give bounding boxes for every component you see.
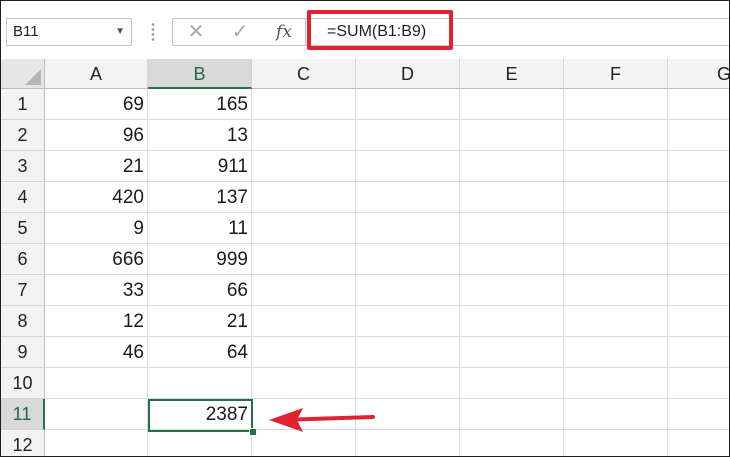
formula-highlight-box (307, 10, 453, 50)
drag-handle[interactable] (151, 22, 155, 42)
column-header-g[interactable]: G (668, 59, 729, 89)
row-header-4[interactable]: 4 (1, 182, 45, 213)
column-header-a[interactable]: A (45, 59, 148, 89)
row-header-7[interactable]: 7 (1, 275, 45, 306)
gridline-vertical (563, 89, 564, 456)
cancel-icon[interactable]: ✕ (181, 19, 211, 45)
cell-a11[interactable] (45, 399, 148, 430)
column-header-c[interactable]: C (252, 59, 356, 89)
column-header-f[interactable]: F (564, 59, 668, 89)
chevron-down-icon[interactable]: ▼ (115, 19, 125, 45)
column-header-b[interactable]: B (148, 59, 252, 89)
cell-b6[interactable]: 999 (148, 244, 252, 275)
row-header-10[interactable]: 10 (1, 368, 45, 399)
cell-b2[interactable]: 13 (148, 120, 252, 151)
name-box-value: B11 (13, 23, 39, 40)
row-header-9[interactable]: 9 (1, 337, 45, 368)
enter-check-icon[interactable]: ✓ (225, 19, 255, 45)
cell-a8[interactable]: 12 (45, 306, 148, 337)
cell-a10[interactable] (45, 368, 148, 399)
column-header-e[interactable]: E (460, 59, 564, 89)
cell-b9[interactable]: 64 (148, 337, 252, 368)
cell-a5[interactable]: 9 (45, 213, 148, 244)
row-header-1[interactable]: 1 (1, 89, 45, 120)
cell-b3[interactable]: 911 (148, 151, 252, 182)
cell-a2[interactable]: 96 (45, 120, 148, 151)
cell-a9[interactable]: 46 (45, 337, 148, 368)
cell-b10[interactable] (148, 368, 252, 399)
row-header-11[interactable]: 11 (1, 399, 45, 430)
fill-handle[interactable] (249, 428, 257, 436)
row-header-6[interactable]: 6 (1, 244, 45, 275)
select-all-corner[interactable] (1, 59, 45, 89)
row-header-3[interactable]: 3 (1, 151, 45, 182)
cell-a3[interactable]: 21 (45, 151, 148, 182)
cell-a7[interactable]: 33 (45, 275, 148, 306)
cell-b8[interactable]: 21 (148, 306, 252, 337)
insert-function-icon[interactable]: fx (269, 19, 299, 45)
worksheet-grid: A B C D E F G 1 69 165 2 96 13 3 21 911 4 420 137 5 9 11 6 666 9… (1, 59, 729, 456)
column-header-d[interactable]: D (356, 59, 460, 89)
name-box[interactable]: B11 ▼ (6, 18, 132, 46)
formula-bar-area: B11 ▼ ✕ ✓ fx =SUM(B1:B9) (1, 1, 729, 59)
cell-a1[interactable]: 69 (45, 89, 148, 120)
formula-buttons: ✕ ✓ fx (172, 18, 305, 46)
cell-a12[interactable] (45, 430, 148, 456)
cell-b1[interactable]: 165 (148, 89, 252, 120)
red-arrow-annotation (269, 408, 375, 432)
gridline-vertical (355, 89, 356, 456)
cell-b5[interactable]: 11 (148, 213, 252, 244)
row-header-8[interactable]: 8 (1, 306, 45, 337)
cell-a6[interactable]: 666 (45, 244, 148, 275)
row-header-12[interactable]: 12 (1, 430, 45, 456)
gridline-vertical (459, 89, 460, 456)
cell-b4[interactable]: 137 (148, 182, 252, 213)
spreadsheet-window: B11 ▼ ✕ ✓ fx =SUM(B1:B9) A B C D E F G 1 69 165 2 9… (0, 0, 730, 457)
cell-a4[interactable]: 420 (45, 182, 148, 213)
row-header-2[interactable]: 2 (1, 120, 45, 151)
cell-b7[interactable]: 66 (148, 275, 252, 306)
gridline-vertical (667, 89, 668, 456)
active-cell-border (148, 399, 253, 432)
cell-b12[interactable] (148, 430, 252, 456)
arrow-shaft (293, 415, 375, 422)
row-header-5[interactable]: 5 (1, 213, 45, 244)
